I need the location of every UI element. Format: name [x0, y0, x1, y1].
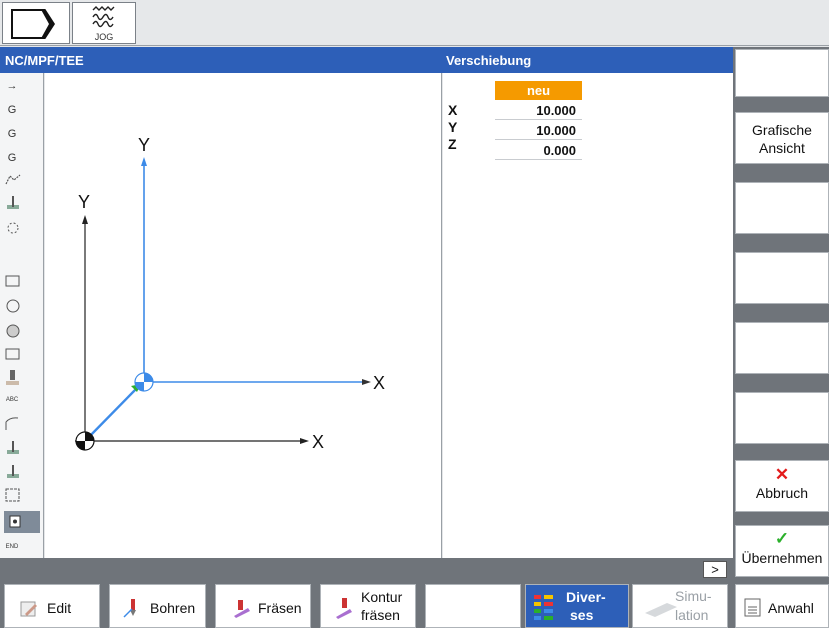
step-g-code-1[interactable]: G: [5, 103, 19, 117]
pocket-icon[interactable]: [4, 273, 22, 289]
jog-wave-icon: [92, 6, 115, 28]
step-g-code-3[interactable]: G: [5, 151, 19, 165]
drill-icon-2[interactable]: [4, 440, 22, 456]
uebernehmen-button[interactable]: ✓ Übernehmen: [735, 525, 829, 577]
kontur-fraesen-button[interactable]: Kontur fräsen: [320, 584, 416, 628]
accept-check-icon: ✓: [774, 529, 790, 548]
grafische-ansicht-button[interactable]: Grafische Ansicht: [735, 112, 829, 164]
softkey-5[interactable]: [735, 322, 829, 374]
origin-marker-lower: [75, 431, 95, 451]
offset-step-icon: [9, 515, 21, 528]
thread-mill-icon[interactable]: [4, 369, 22, 387]
pattern-icon[interactable]: [4, 487, 22, 503]
slot-icon[interactable]: [4, 323, 22, 339]
drill-tool-icon: [123, 599, 136, 618]
contour-icon[interactable]: [4, 416, 22, 432]
param-input-x[interactable]: 10.000: [495, 101, 582, 120]
diverses-button[interactable]: Diver- ses: [525, 584, 629, 628]
offset-vector: [84, 387, 138, 442]
cancel-x-icon: ✕: [774, 465, 790, 484]
origin-marker-upper: [134, 372, 154, 392]
status-line: [0, 558, 733, 579]
active-step[interactable]: [4, 511, 40, 533]
edit-button[interactable]: Edit: [4, 584, 100, 628]
fraesen-button[interactable]: Fräsen: [215, 584, 311, 628]
param-label-y: Y: [448, 119, 458, 135]
param-input-y[interactable]: 10.000: [495, 121, 582, 140]
x-label-upper: X: [373, 373, 385, 393]
softkey-3[interactable]: [735, 182, 829, 234]
offset-diagram: Y X Y X: [75, 135, 385, 452]
vertical-softkey-bar: Grafische Ansicht ✕ Abbruch ✓ Übernehmen: [733, 47, 829, 579]
edit-icon: [20, 601, 37, 617]
title-bar: NC/MPF/TEE Verschiebung: [0, 47, 733, 73]
circle-pattern-icon[interactable]: [4, 220, 22, 236]
x-label-lower: X: [312, 432, 324, 452]
x-arrow-lower: [300, 438, 309, 444]
path-icon[interactable]: [4, 172, 22, 186]
dialog-title: Verschiebung: [446, 53, 532, 68]
anwahl-button[interactable]: Anwahl: [735, 584, 829, 628]
parameter-panel: neu X 10.000 Y 10.000 Z 0.000: [443, 73, 733, 558]
empty-softkey[interactable]: [425, 584, 521, 628]
param-label-x: X: [448, 102, 458, 118]
drill-icon[interactable]: [4, 195, 22, 211]
simulation-button[interactable]: Simu- lation: [632, 584, 728, 628]
nc-file-icon: [744, 598, 761, 617]
top-bar: JOG: [0, 0, 829, 46]
step-arrow-icon[interactable]: →: [5, 79, 19, 93]
param-label-z: Z: [448, 136, 457, 152]
y-label-upper: Y: [138, 135, 150, 155]
graphic-view: Y X Y X: [45, 73, 442, 558]
param-input-z[interactable]: 0.000: [495, 141, 582, 160]
softkey-6[interactable]: [735, 392, 829, 444]
drill-icon-3[interactable]: [4, 464, 22, 480]
column-header-neu: neu: [495, 81, 582, 100]
y-arrow-upper: [141, 157, 147, 166]
operating-area-button[interactable]: [2, 2, 70, 44]
y-label-lower: Y: [78, 192, 90, 212]
softkey-4[interactable]: [735, 252, 829, 304]
engrave-abc-icon[interactable]: ABC: [5, 393, 19, 407]
softkey-1[interactable]: [735, 49, 829, 97]
bohren-button[interactable]: Bohren: [109, 584, 206, 628]
diverses-icon: [534, 595, 553, 620]
jog-mode-button[interactable]: JOG: [72, 2, 136, 44]
program-step-strip: → G G G ABC END: [0, 73, 44, 558]
x-arrow-upper: [362, 379, 371, 385]
mill-tool-icon: [234, 600, 250, 618]
face-milling-icon[interactable]: [4, 346, 22, 362]
jog-label: JOG: [94, 32, 114, 42]
y-arrow-lower: [82, 215, 88, 224]
more-button[interactable]: >: [703, 561, 727, 578]
abbruch-button[interactable]: ✕ Abbruch: [735, 460, 829, 512]
step-g-code-2[interactable]: G: [5, 127, 19, 141]
contour-mill-icon: [336, 598, 352, 619]
program-path: NC/MPF/TEE: [5, 53, 84, 68]
end-marker: END: [5, 544, 19, 550]
simulation-icon: [645, 603, 677, 617]
circular-pocket-icon[interactable]: [4, 298, 22, 314]
